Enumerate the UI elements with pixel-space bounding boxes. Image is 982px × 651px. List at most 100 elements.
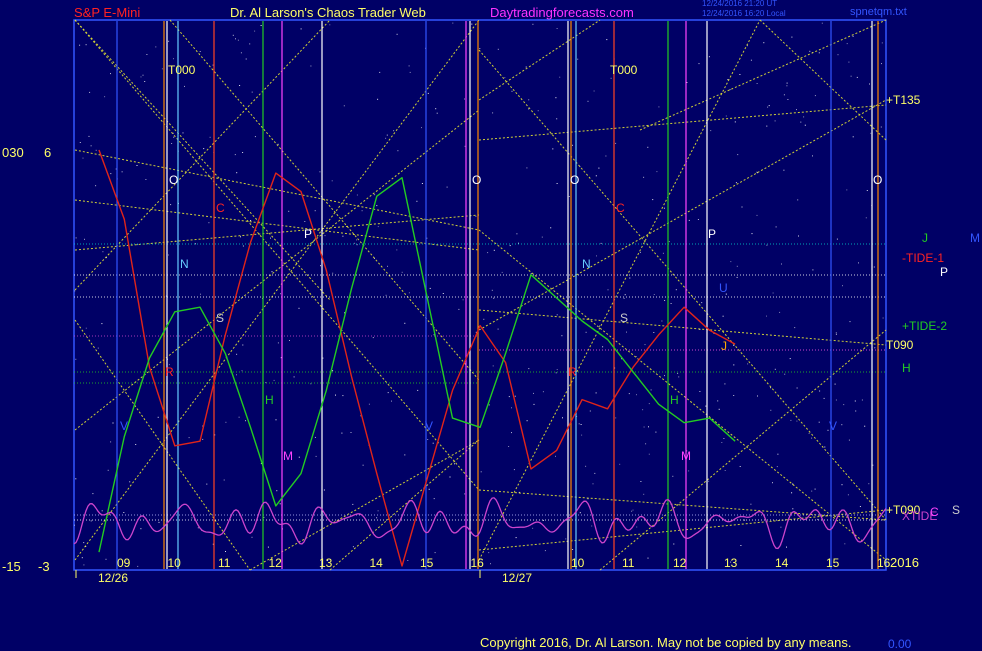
star	[882, 317, 884, 319]
hour-tick-label: 14	[775, 556, 789, 570]
star	[310, 65, 312, 67]
star	[352, 503, 354, 505]
star	[409, 71, 411, 73]
marker-u: U	[719, 281, 728, 295]
star	[797, 199, 799, 201]
hour-tick-label: 15	[420, 556, 434, 570]
star	[273, 379, 275, 381]
star	[275, 419, 277, 421]
star	[530, 273, 532, 274]
star	[555, 372, 557, 374]
star	[880, 126, 882, 128]
marker-v: V	[425, 419, 433, 433]
star	[619, 463, 621, 465]
star	[733, 364, 735, 366]
star	[421, 183, 423, 184]
star	[161, 68, 163, 70]
star	[319, 171, 321, 173]
marker-p: P	[708, 227, 716, 241]
star	[772, 482, 773, 484]
star	[343, 105, 345, 107]
star	[417, 389, 419, 391]
star	[488, 552, 490, 554]
star	[401, 271, 403, 273]
star	[708, 56, 710, 58]
star	[631, 510, 633, 512]
star	[79, 44, 81, 46]
star	[632, 509, 634, 511]
star	[245, 420, 246, 422]
star	[725, 115, 727, 117]
star	[342, 235, 344, 237]
star	[780, 526, 782, 528]
edge-label: -TIDE-1	[902, 251, 944, 265]
star	[881, 42, 883, 44]
star	[579, 512, 581, 514]
star	[812, 269, 814, 271]
star	[796, 109, 797, 111]
star	[123, 512, 125, 513]
star	[267, 546, 269, 548]
star	[376, 517, 378, 519]
star	[377, 510, 379, 512]
star	[678, 376, 680, 378]
series-xtide	[73, 497, 887, 550]
star	[708, 480, 710, 482]
star	[225, 421, 227, 423]
vertical-markers	[116, 21, 879, 569]
star	[770, 409, 772, 411]
star	[110, 173, 112, 175]
guide-line	[478, 19, 761, 561]
hour-tick-label: 13	[724, 556, 738, 570]
marker-n: N	[582, 257, 591, 271]
star	[688, 219, 690, 221]
star	[675, 289, 677, 291]
star	[542, 391, 544, 393]
star	[379, 71, 381, 73]
star	[140, 76, 142, 78]
marker-o: O	[472, 173, 481, 187]
edge-label: H	[902, 361, 911, 375]
star	[866, 190, 868, 191]
star	[823, 397, 825, 399]
star	[249, 43, 251, 45]
star	[386, 134, 388, 136]
guide-line	[478, 509, 887, 551]
star	[811, 490, 813, 492]
star	[717, 400, 719, 402]
star	[293, 376, 295, 378]
star	[121, 171, 123, 173]
star	[556, 28, 558, 29]
star	[97, 347, 99, 349]
star	[800, 121, 802, 123]
hour-tick-label: 15	[826, 556, 840, 570]
star	[733, 395, 735, 396]
star	[786, 546, 787, 548]
star	[772, 292, 774, 294]
star	[79, 142, 81, 143]
star	[841, 484, 843, 486]
star	[199, 51, 201, 52]
marker-v: V	[829, 419, 837, 433]
star	[508, 446, 510, 447]
star	[238, 416, 240, 418]
star	[427, 439, 429, 440]
star	[342, 395, 344, 397]
star	[766, 125, 768, 127]
star	[639, 251, 641, 253]
star	[729, 89, 731, 91]
series-tide2	[98, 176, 736, 553]
star	[315, 455, 317, 457]
star	[585, 331, 587, 333]
star	[556, 314, 558, 316]
star	[532, 23, 534, 25]
star	[591, 525, 593, 527]
star	[508, 396, 510, 398]
star	[643, 426, 645, 428]
star	[514, 395, 516, 397]
star	[592, 483, 594, 485]
star	[668, 241, 670, 243]
guide-line	[74, 214, 480, 251]
star	[607, 289, 609, 291]
edge-label: P	[940, 265, 948, 279]
